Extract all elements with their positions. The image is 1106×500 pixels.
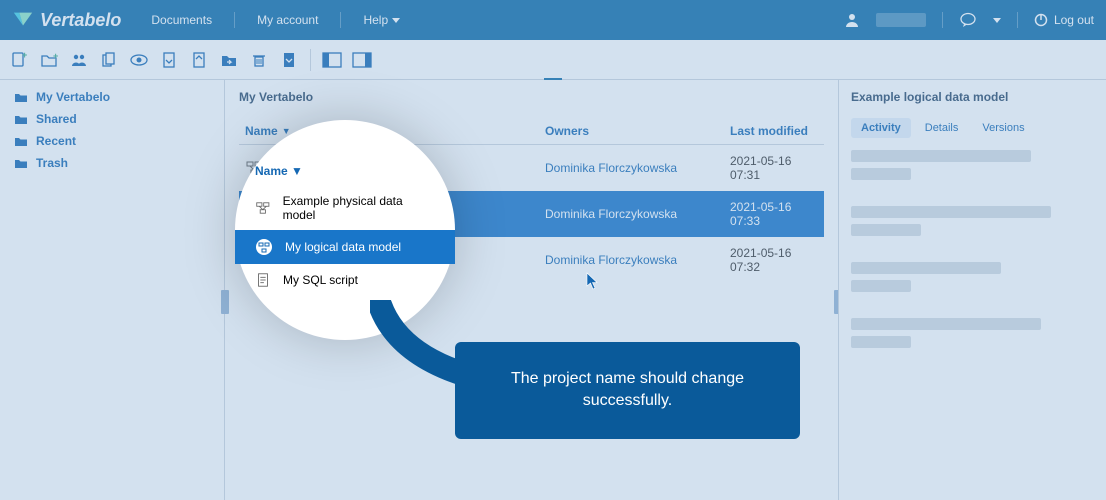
share-icon[interactable]: [68, 49, 90, 71]
breadcrumb-title: My Vertabelo: [239, 90, 824, 104]
logout-button[interactable]: Log out: [1034, 13, 1094, 27]
mouse-cursor-icon: [586, 272, 600, 290]
separator: [942, 12, 943, 28]
export-icon[interactable]: [158, 49, 180, 71]
nav-separator: [340, 12, 341, 28]
folder-icon: [14, 157, 28, 169]
layout-right-icon[interactable]: [351, 49, 373, 71]
sidebar-item-label: Trash: [36, 156, 68, 170]
sidebar-item-my-vertabelo[interactable]: My Vertabelo: [0, 86, 224, 108]
copy-icon[interactable]: [98, 49, 120, 71]
nav-documents[interactable]: Documents: [151, 13, 212, 27]
trash-icon[interactable]: [248, 49, 270, 71]
user-name-placeholder: [876, 13, 926, 27]
top-bar: Vertabelo Documents My account Help Log …: [0, 0, 1106, 40]
sidebar-item-label: Recent: [36, 134, 76, 148]
physical-model-icon: [255, 200, 271, 216]
download-icon[interactable]: [278, 49, 300, 71]
column-header-owners[interactable]: Owners: [545, 124, 730, 138]
row-modified: 2021-05-16 07:32: [730, 246, 818, 274]
folder-icon: [14, 91, 28, 103]
nav-help[interactable]: Help: [363, 13, 400, 27]
nav-help-label: Help: [363, 13, 388, 27]
spotlight-header: Name ▼: [235, 164, 455, 186]
brand-name: Vertabelo: [40, 10, 121, 31]
spotlight-row: Example physical data model: [235, 186, 455, 230]
right-panel: Example logical data model Activity Deta…: [838, 80, 1106, 500]
move-folder-icon[interactable]: [218, 49, 240, 71]
layout-left-icon[interactable]: [321, 49, 343, 71]
sidebar-item-label: Shared: [36, 112, 77, 126]
resize-handle-left[interactable]: [221, 290, 229, 314]
logout-label: Log out: [1054, 13, 1094, 27]
activity-feed: [851, 150, 1094, 348]
toolbar: + +: [0, 40, 1106, 80]
logical-model-icon: [255, 238, 273, 256]
tutorial-callout: The project name should change successfu…: [455, 342, 800, 439]
sidebar-item-recent[interactable]: Recent: [0, 130, 224, 152]
new-folder-icon[interactable]: +: [38, 49, 60, 71]
top-nav: Documents My account Help: [151, 12, 400, 28]
svg-text:+: +: [53, 51, 58, 61]
column-header-modified[interactable]: Last modified: [730, 124, 818, 138]
chevron-down-icon: [392, 16, 400, 24]
sidebar-item-trash[interactable]: Trash: [0, 152, 224, 174]
separator: [1017, 12, 1018, 28]
toolbar-separator: [310, 49, 311, 71]
nav-separator: [234, 12, 235, 28]
callout-text: The project name should change successfu…: [511, 370, 744, 409]
row-owner[interactable]: Dominika Florczykowska: [545, 161, 730, 175]
right-panel-tabs: Activity Details Versions: [851, 118, 1094, 138]
brand-logo[interactable]: Vertabelo: [12, 9, 121, 31]
top-right: Log out: [844, 11, 1094, 29]
row-owner[interactable]: Dominika Florczykowska: [545, 253, 730, 267]
sidebar-item-label: My Vertabelo: [36, 90, 110, 104]
sidebar-item-shared[interactable]: Shared: [0, 108, 224, 130]
row-modified: 2021-05-16 07:33: [730, 200, 818, 228]
sidebar: My Vertabelo Shared Recent Trash: [0, 80, 225, 500]
spotlight-row: My SQL script: [235, 264, 455, 296]
folder-icon: [14, 113, 28, 125]
chevron-down-icon: [993, 16, 1001, 24]
tab-activity[interactable]: Activity: [851, 118, 911, 138]
preview-icon[interactable]: [128, 49, 150, 71]
new-file-icon[interactable]: +: [8, 49, 30, 71]
user-icon[interactable]: [844, 12, 860, 28]
folder-icon: [14, 135, 28, 147]
right-panel-title: Example logical data model: [851, 90, 1094, 104]
chat-icon[interactable]: [959, 11, 977, 29]
spotlight-row: My logical data model: [235, 230, 455, 264]
tab-details[interactable]: Details: [915, 118, 969, 138]
import-icon[interactable]: [188, 49, 210, 71]
tab-versions[interactable]: Versions: [972, 118, 1034, 138]
svg-text:+: +: [22, 51, 27, 60]
row-modified: 2021-05-16 07:31: [730, 154, 818, 182]
sql-script-icon: [255, 272, 271, 288]
nav-my-account[interactable]: My account: [257, 13, 318, 27]
row-owner[interactable]: Dominika Florczykowska: [545, 207, 730, 221]
